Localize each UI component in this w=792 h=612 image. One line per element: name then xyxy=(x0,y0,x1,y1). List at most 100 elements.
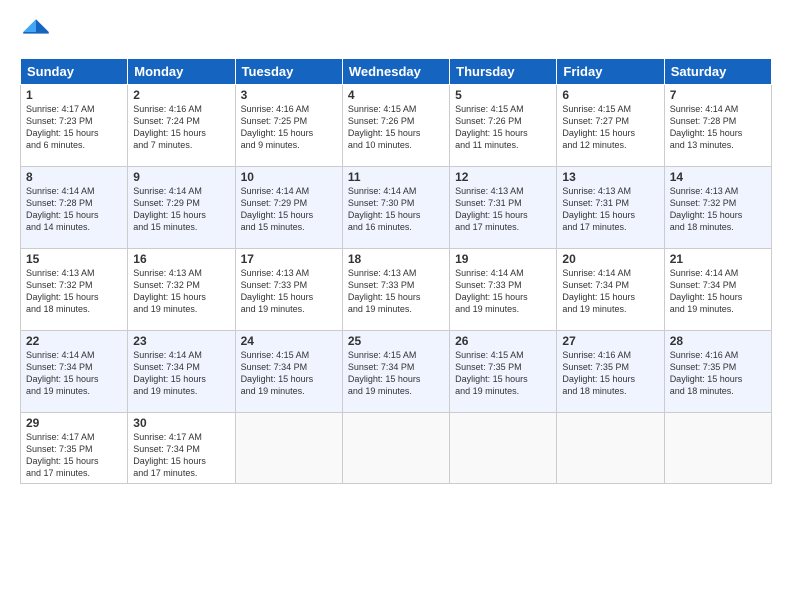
day-info: Sunrise: 4:14 AMSunset: 7:34 PMDaylight:… xyxy=(26,349,122,398)
calendar-cell: 22Sunrise: 4:14 AMSunset: 7:34 PMDayligh… xyxy=(21,331,128,413)
day-info: Sunrise: 4:13 AMSunset: 7:32 PMDaylight:… xyxy=(670,185,766,234)
calendar-cell: 6Sunrise: 4:15 AMSunset: 7:27 PMDaylight… xyxy=(557,85,664,167)
calendar-cell: 14Sunrise: 4:13 AMSunset: 7:32 PMDayligh… xyxy=(664,167,771,249)
day-number: 24 xyxy=(241,334,337,348)
day-number: 15 xyxy=(26,252,122,266)
day-info: Sunrise: 4:14 AMSunset: 7:34 PMDaylight:… xyxy=(133,349,229,398)
calendar-cell xyxy=(235,413,342,484)
calendar-cell xyxy=(664,413,771,484)
day-number: 13 xyxy=(562,170,658,184)
day-info: Sunrise: 4:13 AMSunset: 7:33 PMDaylight:… xyxy=(348,267,444,316)
weekday-header-row: SundayMondayTuesdayWednesdayThursdayFrid… xyxy=(21,59,772,85)
day-number: 6 xyxy=(562,88,658,102)
day-number: 14 xyxy=(670,170,766,184)
day-number: 11 xyxy=(348,170,444,184)
day-info: Sunrise: 4:17 AMSunset: 7:34 PMDaylight:… xyxy=(133,431,229,480)
calendar-cell: 11Sunrise: 4:14 AMSunset: 7:30 PMDayligh… xyxy=(342,167,449,249)
weekday-header-sunday: Sunday xyxy=(21,59,128,85)
header xyxy=(20,16,772,48)
calendar-cell: 28Sunrise: 4:16 AMSunset: 7:35 PMDayligh… xyxy=(664,331,771,413)
calendar-week-2: 8Sunrise: 4:14 AMSunset: 7:28 PMDaylight… xyxy=(21,167,772,249)
day-number: 16 xyxy=(133,252,229,266)
day-number: 8 xyxy=(26,170,122,184)
day-info: Sunrise: 4:16 AMSunset: 7:35 PMDaylight:… xyxy=(670,349,766,398)
calendar-cell: 15Sunrise: 4:13 AMSunset: 7:32 PMDayligh… xyxy=(21,249,128,331)
page: SundayMondayTuesdayWednesdayThursdayFrid… xyxy=(0,0,792,612)
day-info: Sunrise: 4:13 AMSunset: 7:32 PMDaylight:… xyxy=(26,267,122,316)
day-number: 20 xyxy=(562,252,658,266)
weekday-header-monday: Monday xyxy=(128,59,235,85)
day-info: Sunrise: 4:15 AMSunset: 7:26 PMDaylight:… xyxy=(348,103,444,152)
day-number: 18 xyxy=(348,252,444,266)
day-info: Sunrise: 4:15 AMSunset: 7:26 PMDaylight:… xyxy=(455,103,551,152)
day-number: 5 xyxy=(455,88,551,102)
calendar-cell xyxy=(557,413,664,484)
day-info: Sunrise: 4:14 AMSunset: 7:33 PMDaylight:… xyxy=(455,267,551,316)
weekday-header-wednesday: Wednesday xyxy=(342,59,449,85)
day-info: Sunrise: 4:17 AMSunset: 7:23 PMDaylight:… xyxy=(26,103,122,152)
day-info: Sunrise: 4:13 AMSunset: 7:33 PMDaylight:… xyxy=(241,267,337,316)
calendar-cell: 26Sunrise: 4:15 AMSunset: 7:35 PMDayligh… xyxy=(450,331,557,413)
day-number: 2 xyxy=(133,88,229,102)
calendar-cell xyxy=(450,413,557,484)
day-info: Sunrise: 4:17 AMSunset: 7:35 PMDaylight:… xyxy=(26,431,122,480)
calendar-cell: 3Sunrise: 4:16 AMSunset: 7:25 PMDaylight… xyxy=(235,85,342,167)
calendar-cell: 19Sunrise: 4:14 AMSunset: 7:33 PMDayligh… xyxy=(450,249,557,331)
calendar-cell: 13Sunrise: 4:13 AMSunset: 7:31 PMDayligh… xyxy=(557,167,664,249)
day-number: 4 xyxy=(348,88,444,102)
day-number: 30 xyxy=(133,416,229,430)
day-number: 22 xyxy=(26,334,122,348)
calendar-cell: 23Sunrise: 4:14 AMSunset: 7:34 PMDayligh… xyxy=(128,331,235,413)
calendar-cell: 29Sunrise: 4:17 AMSunset: 7:35 PMDayligh… xyxy=(21,413,128,484)
weekday-header-friday: Friday xyxy=(557,59,664,85)
day-number: 23 xyxy=(133,334,229,348)
calendar-cell: 18Sunrise: 4:13 AMSunset: 7:33 PMDayligh… xyxy=(342,249,449,331)
day-number: 3 xyxy=(241,88,337,102)
day-info: Sunrise: 4:15 AMSunset: 7:35 PMDaylight:… xyxy=(455,349,551,398)
day-info: Sunrise: 4:14 AMSunset: 7:34 PMDaylight:… xyxy=(670,267,766,316)
calendar-cell: 8Sunrise: 4:14 AMSunset: 7:28 PMDaylight… xyxy=(21,167,128,249)
calendar-cell: 16Sunrise: 4:13 AMSunset: 7:32 PMDayligh… xyxy=(128,249,235,331)
calendar-cell: 27Sunrise: 4:16 AMSunset: 7:35 PMDayligh… xyxy=(557,331,664,413)
calendar-cell: 24Sunrise: 4:15 AMSunset: 7:34 PMDayligh… xyxy=(235,331,342,413)
day-number: 21 xyxy=(670,252,766,266)
day-info: Sunrise: 4:13 AMSunset: 7:32 PMDaylight:… xyxy=(133,267,229,316)
day-info: Sunrise: 4:14 AMSunset: 7:28 PMDaylight:… xyxy=(26,185,122,234)
calendar-cell: 5Sunrise: 4:15 AMSunset: 7:26 PMDaylight… xyxy=(450,85,557,167)
calendar-table: SundayMondayTuesdayWednesdayThursdayFrid… xyxy=(20,58,772,484)
day-number: 27 xyxy=(562,334,658,348)
logo xyxy=(20,16,56,48)
day-info: Sunrise: 4:16 AMSunset: 7:25 PMDaylight:… xyxy=(241,103,337,152)
calendar-cell: 20Sunrise: 4:14 AMSunset: 7:34 PMDayligh… xyxy=(557,249,664,331)
logo-icon xyxy=(20,16,52,48)
weekday-header-saturday: Saturday xyxy=(664,59,771,85)
calendar-cell: 25Sunrise: 4:15 AMSunset: 7:34 PMDayligh… xyxy=(342,331,449,413)
day-info: Sunrise: 4:14 AMSunset: 7:30 PMDaylight:… xyxy=(348,185,444,234)
day-number: 25 xyxy=(348,334,444,348)
day-number: 7 xyxy=(670,88,766,102)
day-info: Sunrise: 4:16 AMSunset: 7:24 PMDaylight:… xyxy=(133,103,229,152)
weekday-header-tuesday: Tuesday xyxy=(235,59,342,85)
calendar-cell: 17Sunrise: 4:13 AMSunset: 7:33 PMDayligh… xyxy=(235,249,342,331)
calendar-cell: 2Sunrise: 4:16 AMSunset: 7:24 PMDaylight… xyxy=(128,85,235,167)
day-number: 1 xyxy=(26,88,122,102)
weekday-header-thursday: Thursday xyxy=(450,59,557,85)
day-number: 26 xyxy=(455,334,551,348)
calendar-week-3: 15Sunrise: 4:13 AMSunset: 7:32 PMDayligh… xyxy=(21,249,772,331)
day-info: Sunrise: 4:14 AMSunset: 7:34 PMDaylight:… xyxy=(562,267,658,316)
day-info: Sunrise: 4:14 AMSunset: 7:29 PMDaylight:… xyxy=(133,185,229,234)
calendar-cell: 12Sunrise: 4:13 AMSunset: 7:31 PMDayligh… xyxy=(450,167,557,249)
calendar-cell xyxy=(342,413,449,484)
calendar-cell: 10Sunrise: 4:14 AMSunset: 7:29 PMDayligh… xyxy=(235,167,342,249)
day-info: Sunrise: 4:16 AMSunset: 7:35 PMDaylight:… xyxy=(562,349,658,398)
calendar-week-5: 29Sunrise: 4:17 AMSunset: 7:35 PMDayligh… xyxy=(21,413,772,484)
day-number: 10 xyxy=(241,170,337,184)
day-number: 9 xyxy=(133,170,229,184)
day-info: Sunrise: 4:14 AMSunset: 7:29 PMDaylight:… xyxy=(241,185,337,234)
day-info: Sunrise: 4:13 AMSunset: 7:31 PMDaylight:… xyxy=(562,185,658,234)
calendar-week-4: 22Sunrise: 4:14 AMSunset: 7:34 PMDayligh… xyxy=(21,331,772,413)
calendar-cell: 4Sunrise: 4:15 AMSunset: 7:26 PMDaylight… xyxy=(342,85,449,167)
day-info: Sunrise: 4:13 AMSunset: 7:31 PMDaylight:… xyxy=(455,185,551,234)
calendar-cell: 7Sunrise: 4:14 AMSunset: 7:28 PMDaylight… xyxy=(664,85,771,167)
calendar-week-1: 1Sunrise: 4:17 AMSunset: 7:23 PMDaylight… xyxy=(21,85,772,167)
